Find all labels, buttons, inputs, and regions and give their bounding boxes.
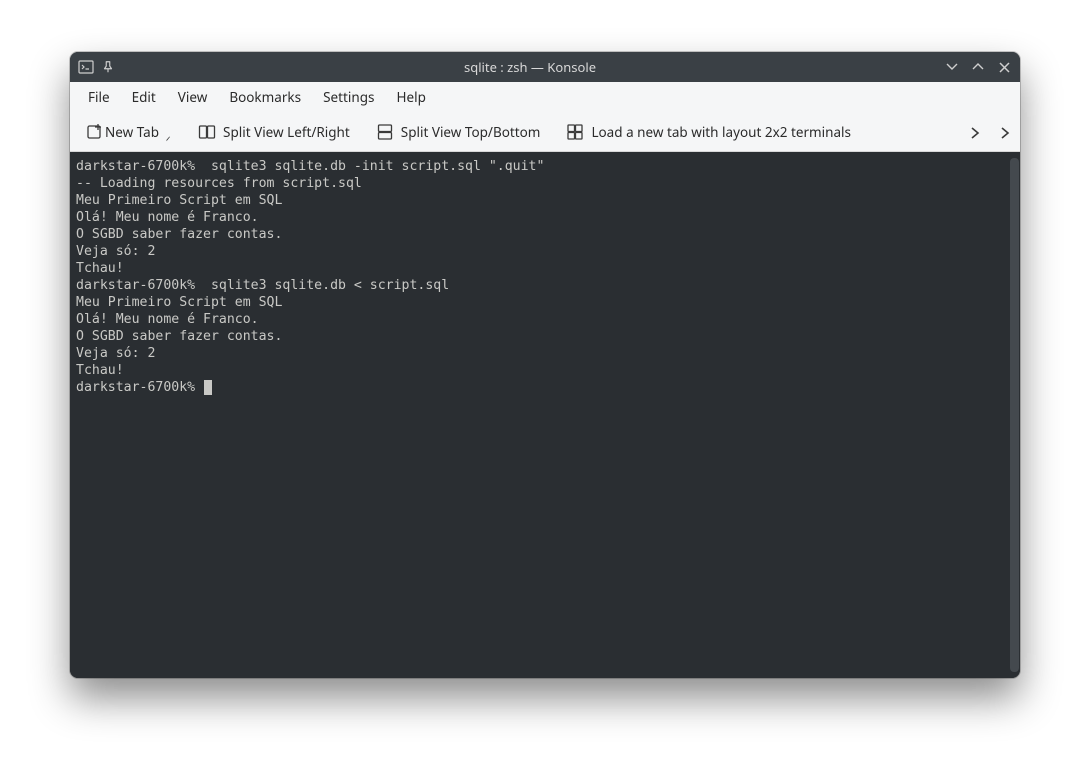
terminal-line: Meu Primeiro Script em SQL [76,294,1008,311]
menubar: File Edit View Bookmarks Settings Help [70,82,1020,112]
load-layout-label: Load a new tab with layout 2x2 terminals [591,123,851,141]
split-left-right-button[interactable]: Split View Left/Right [192,119,356,145]
konsole-window: sqlite : zsh — Konsole File Edit View Bo… [70,52,1020,678]
terminal-line: O SGBD saber fazer contas. [76,328,1008,345]
load-layout-button[interactable]: Load a new tab with layout 2x2 terminals [560,119,857,145]
terminal-app-icon [78,59,94,75]
terminal-line: Olá! Meu nome é Franco. [76,209,1008,226]
terminal-line: darkstar-6700k% sqlite3 sqlite.db -init … [76,158,1008,175]
new-tab-icon [86,123,104,141]
menu-view[interactable]: View [168,84,218,110]
chevron-right-overflow-icon[interactable] [998,126,1010,138]
titlebar: sqlite : zsh — Konsole [70,52,1020,82]
menu-settings-label: Settings [323,88,374,106]
menu-file-label: File [88,88,110,106]
menu-file[interactable]: File [78,84,120,110]
terminal-line: O SGBD saber fazer contas. [76,226,1008,243]
menu-help[interactable]: Help [386,84,435,110]
split-top-bottom-button[interactable]: Split View Top/Bottom [370,119,547,145]
terminal-line: darkstar-6700k% sqlite3 sqlite.db < scri… [76,277,1008,294]
terminal-content[interactable]: darkstar-6700k% sqlite3 sqlite.db -init … [76,158,1008,672]
scrollbar[interactable] [1008,158,1020,672]
terminal-line: Olá! Meu nome é Franco. [76,311,1008,328]
scrollbar-thumb[interactable] [1010,158,1019,672]
toolbar: New Tab Split View Left/Right Split [70,112,1020,152]
maximize-button[interactable] [970,59,986,75]
window-title: sqlite : zsh — Konsole [116,58,944,76]
menu-settings[interactable]: Settings [313,84,384,110]
terminal-area[interactable]: darkstar-6700k% sqlite3 sqlite.db -init … [70,152,1020,678]
menu-help-label: Help [396,88,425,106]
menu-view-label: View [178,88,208,106]
pin-icon[interactable] [100,59,116,75]
terminal-line: -- Loading resources from script.sql [76,175,1008,192]
chevron-right-icon[interactable] [968,126,980,138]
menu-bookmarks-label: Bookmarks [229,88,301,106]
prompt: darkstar-6700k% [76,380,203,395]
menu-edit-label: Edit [132,88,156,106]
split-tb-icon [376,123,394,141]
minimize-button[interactable] [944,59,960,75]
split-tb-label: Split View Top/Bottom [401,123,541,141]
terminal-line: Veja só: 2 [76,345,1008,362]
menu-edit[interactable]: Edit [122,84,166,110]
terminal-line: Veja só: 2 [76,243,1008,260]
terminal-line: Tchau! [76,260,1008,277]
split-lr-icon [198,123,216,141]
new-tab-label: New Tab [105,123,159,141]
close-button[interactable] [996,59,1012,75]
split-lr-label: Split View Left/Right [223,123,350,141]
grid-layout-icon [566,123,584,141]
terminal-line: Tchau! [76,362,1008,379]
terminal-line: Meu Primeiro Script em SQL [76,192,1008,209]
chevron-down-icon [162,129,172,139]
menu-bookmarks[interactable]: Bookmarks [219,84,311,110]
cursor [204,380,212,395]
terminal-prompt-line[interactable]: darkstar-6700k% [76,379,1008,396]
new-tab-button[interactable]: New Tab [80,119,178,145]
